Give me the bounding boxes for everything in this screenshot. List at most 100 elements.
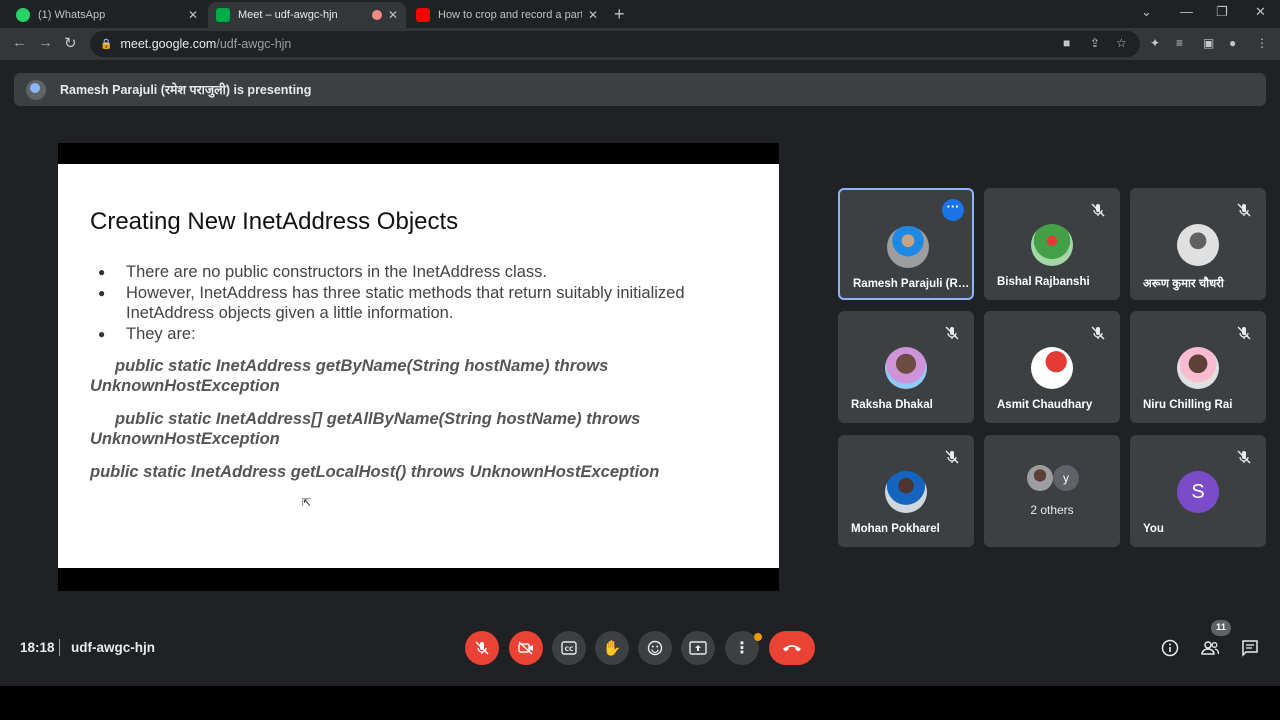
participant-count-badge: 11 (1211, 620, 1231, 636)
participant-name: Bishal Rajbanshi (997, 276, 1090, 288)
lock-icon: 🔒 (100, 38, 113, 50)
menu-icon[interactable]: ⋮ (1256, 36, 1268, 50)
reactions-button[interactable] (638, 631, 672, 665)
slide-bullet: There are no public constructors in the … (98, 262, 758, 282)
tab-meet[interactable]: Meet – udf-awgc-hjn ✕ (208, 2, 406, 28)
new-tab-icon[interactable]: + (614, 4, 625, 25)
camera-toggle-button[interactable] (509, 631, 543, 665)
avatar (885, 471, 927, 513)
participant-tile[interactable]: Niru Chilling Rai (1130, 311, 1266, 423)
recording-indicator-icon (371, 10, 382, 20)
meeting-time: 18:18 (20, 640, 55, 655)
reload-icon[interactable]: ↻ (64, 34, 77, 52)
meeting-details-button[interactable] (1159, 637, 1181, 659)
avatar (885, 347, 927, 389)
tab-search-icon[interactable]: ⌄ (1141, 4, 1152, 20)
presentation-area: Creating New InetAddress Objects There a… (58, 143, 779, 591)
avatar (1177, 347, 1219, 389)
others-count: 2 others (1030, 503, 1074, 517)
mic-toggle-button[interactable] (465, 631, 499, 665)
divider (59, 639, 60, 656)
participant-tile-self[interactable]: S You (1130, 435, 1266, 547)
participant-name: Mohan Pokharel (851, 523, 940, 535)
code-line: public static InetAddress getLocalHost()… (90, 463, 660, 481)
media-icon[interactable]: ≡ (1176, 36, 1183, 50)
mic-off-icon (1237, 326, 1251, 340)
participant-tile[interactable]: ··· Ramesh Parajuli (R… (838, 188, 974, 300)
hang-up-icon (783, 645, 801, 652)
bottom-edge (0, 686, 1280, 720)
emoji-icon (647, 640, 663, 656)
back-icon[interactable]: ← (12, 34, 27, 51)
code-line: UnknownHostException (90, 430, 280, 448)
meeting-code: udf-awgc-hjn (71, 640, 155, 655)
info-icon (1161, 639, 1179, 657)
mic-off-icon (1237, 203, 1251, 217)
side-panel-icon[interactable]: ▣ (1203, 36, 1214, 50)
url-host: meet.google.com (120, 37, 217, 51)
youtube-icon (416, 8, 430, 22)
tab-title: How to crop and record a particu (438, 9, 582, 21)
participant-tile[interactable]: Asmit Chaudhary (984, 311, 1120, 423)
present-button[interactable] (681, 631, 715, 665)
more-options-icon[interactable]: ··· (942, 199, 964, 221)
maximize-icon[interactable]: ❐ (1216, 4, 1228, 20)
forward-icon[interactable]: → (38, 34, 53, 51)
participant-name: अरूण कुमार चौधरी (1143, 278, 1224, 290)
close-tab-icon[interactable]: ✕ (588, 8, 598, 22)
browser-toolbar: ← → ↻ 🔒 meet.google.com/udf-awgc-hjn ■ ⇪… (0, 28, 1280, 60)
mic-off-icon (1091, 203, 1105, 217)
tab-youtube[interactable]: How to crop and record a particu ✕ (408, 2, 606, 28)
tab-title: (1) WhatsApp (38, 9, 106, 21)
mic-off-icon (1237, 450, 1251, 464)
slide-bullet: However, InetAddress has three static me… (98, 283, 758, 323)
browser-tab-strip: (1) WhatsApp ✕ Meet – udf-awgc-hjn ✕ How… (0, 0, 1280, 28)
avatar (1031, 224, 1073, 266)
participant-name: You (1143, 523, 1164, 535)
bookmark-star-icon[interactable]: ☆ (1116, 36, 1127, 50)
profile-icon[interactable]: ● (1229, 36, 1236, 50)
mic-off-icon (945, 450, 959, 464)
close-window-icon[interactable]: ✕ (1255, 4, 1266, 20)
slide-bullet: They are: (98, 324, 758, 344)
leave-call-button[interactable] (769, 631, 815, 665)
extensions-icon[interactable]: ✦ (1150, 36, 1160, 50)
more-vert-icon: ⋮ (734, 640, 750, 657)
avatar (1031, 347, 1073, 389)
participant-name: Asmit Chaudhary (997, 399, 1093, 411)
camera-icon[interactable]: ■ (1063, 36, 1070, 50)
raise-hand-button[interactable]: ✋ (595, 631, 629, 665)
participant-name: Raksha Dhakal (851, 399, 933, 411)
mouse-cursor-icon: ⇱ (302, 497, 312, 509)
chat-button[interactable] (1239, 637, 1261, 659)
code-line: public static InetAddress getByName(Stri… (115, 357, 609, 375)
code-line: public static InetAddress[] getAllByName… (115, 410, 641, 428)
minimize-icon[interactable]: — (1180, 4, 1193, 19)
people-button[interactable] (1199, 637, 1221, 659)
participant-name: Niru Chilling Rai (1143, 399, 1233, 411)
whatsapp-icon (16, 8, 30, 22)
tab-whatsapp[interactable]: (1) WhatsApp ✕ (8, 2, 206, 28)
mic-off-icon (945, 326, 959, 340)
svg-text:CC: CC (565, 646, 574, 653)
close-tab-icon[interactable]: ✕ (188, 8, 198, 22)
presenting-text: Ramesh Parajuli (रमेश पराजुली) is presen… (60, 83, 312, 97)
meet-icon (216, 8, 230, 22)
participant-name: Ramesh Parajuli (R… (853, 278, 969, 290)
participant-tile[interactable]: अरूण कुमार चौधरी (1130, 188, 1266, 300)
captions-button[interactable]: CC (552, 631, 586, 665)
participant-tile[interactable]: Mohan Pokharel (838, 435, 974, 547)
participant-tile-others[interactable]: y 2 others (984, 435, 1120, 547)
share-icon[interactable]: ⇪ (1090, 36, 1100, 50)
avatar (1177, 224, 1219, 266)
mic-off-icon (1091, 326, 1105, 340)
avatar (887, 226, 929, 268)
participant-tile[interactable]: Bishal Rajbanshi (984, 188, 1120, 300)
control-bar: 18:18 udf-awgc-hjn CC ✋ ⋮ (0, 620, 1280, 680)
participant-tile[interactable]: Raksha Dhakal (838, 311, 974, 423)
slide-bullets: There are no public constructors in the … (98, 262, 758, 345)
present-screen-icon (689, 641, 707, 655)
presenting-banner: Ramesh Parajuli (रमेश पराजुली) is presen… (14, 73, 1266, 106)
address-bar[interactable]: 🔒 meet.google.com/udf-awgc-hjn (90, 31, 1140, 57)
close-tab-icon[interactable]: ✕ (388, 8, 398, 22)
